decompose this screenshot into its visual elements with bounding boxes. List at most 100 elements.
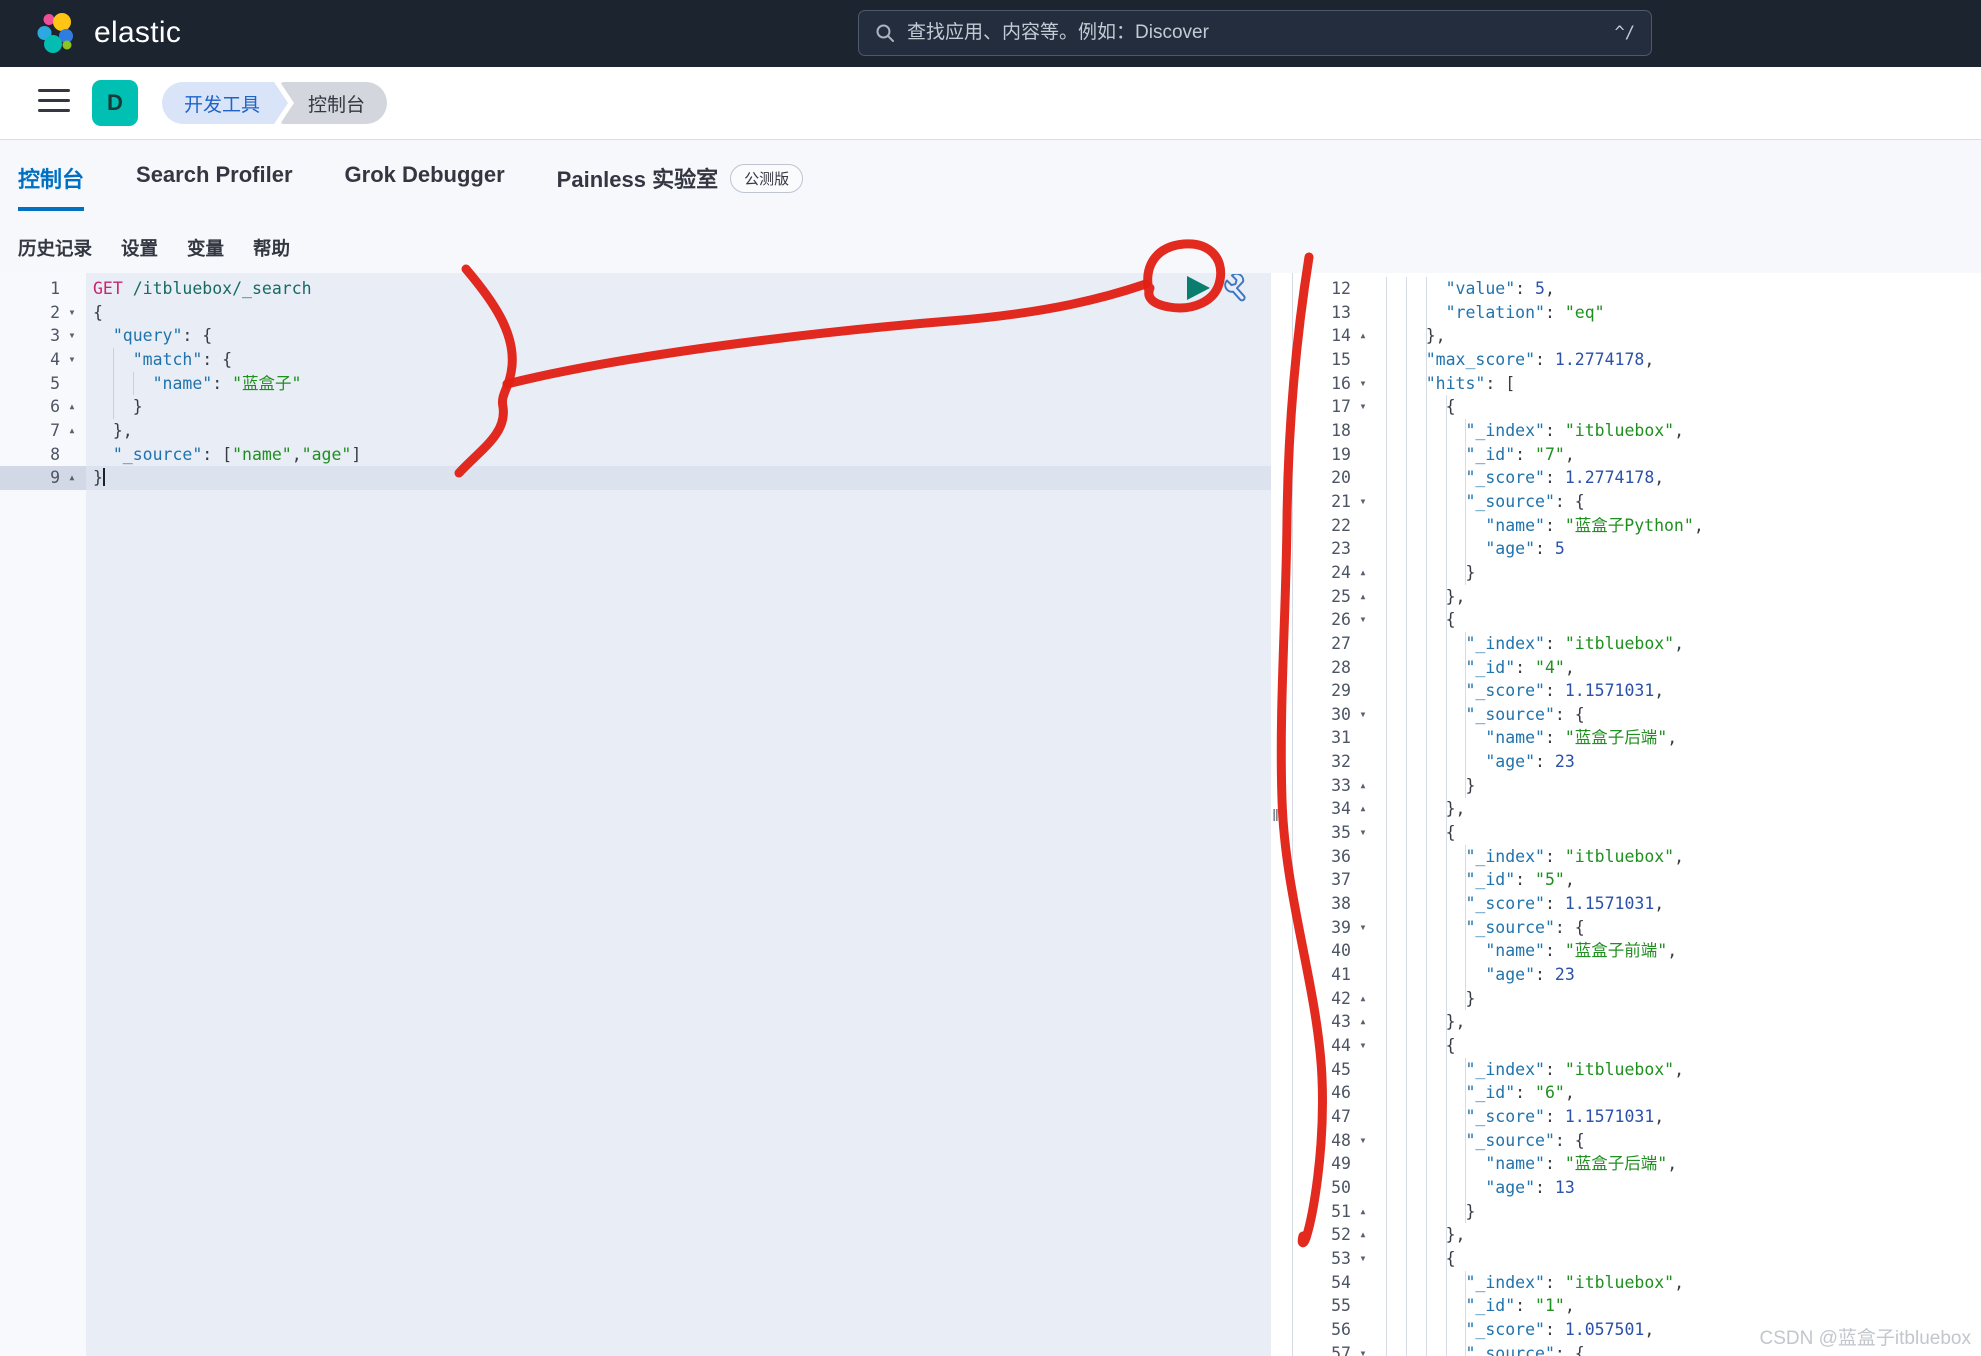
- tab-grok-debugger[interactable]: Grok Debugger: [345, 162, 505, 201]
- fold-toggle-icon[interactable]: ▴: [60, 395, 84, 419]
- tab-painless-lab[interactable]: Painless 实验室 公测版: [557, 162, 804, 207]
- fold-toggle-icon[interactable]: ▾: [1351, 490, 1375, 514]
- code-line: 6 ▴ }: [0, 395, 1271, 419]
- fold-toggle-icon[interactable]: ▴: [1351, 1200, 1375, 1224]
- menu-help[interactable]: 帮助: [253, 235, 290, 261]
- code-line: 17 ▾ {: [1293, 395, 1981, 419]
- line-number: 4: [50, 349, 60, 369]
- breadcrumb: 开发工具 控制台: [162, 82, 388, 124]
- line-number: 5: [50, 373, 60, 393]
- code-line: 49 "name": "蓝盒子后端",: [1293, 1152, 1981, 1176]
- line-number: 22: [1331, 515, 1351, 535]
- code-line: 25 ▴ },: [1293, 585, 1981, 609]
- code-line: 41 "age": 23: [1293, 963, 1981, 987]
- line-number: 44: [1331, 1036, 1351, 1055]
- code-line: 54 "_index": "itbluebox",: [1293, 1271, 1981, 1295]
- fold-toggle-icon[interactable]: ▾: [1351, 1034, 1375, 1058]
- indent-guide: [1465, 631, 1467, 798]
- elastic-logo-icon: [37, 13, 73, 53]
- fold-toggle-icon[interactable]: ▾: [60, 348, 84, 372]
- request-editor[interactable]: 1 GET /itbluebox/_search 2 ▾{3 ▾ "query": {4…: [0, 273, 1271, 1356]
- fold-toggle-icon[interactable]: ▴: [1351, 774, 1375, 798]
- indent-guide: [112, 347, 114, 419]
- code-line: 37 "_id": "5",: [1293, 868, 1981, 892]
- line-number: 28: [1331, 657, 1351, 677]
- fold-toggle-icon[interactable]: ▾: [1351, 1247, 1375, 1271]
- send-request-play-icon[interactable]: [1184, 274, 1212, 302]
- fold-toggle-icon[interactable]: ▾: [1351, 608, 1375, 632]
- line-number: 3: [50, 326, 60, 346]
- line-number: 40: [1331, 941, 1351, 961]
- code-line: 7 ▴ },: [0, 419, 1271, 443]
- code-line: 35 ▾ {: [1293, 821, 1981, 845]
- code-line: 24 ▴ }: [1293, 561, 1981, 585]
- code-line: 39 ▾ "_source": {: [1293, 916, 1981, 940]
- fold-toggle-icon[interactable]: ▾: [1351, 372, 1375, 396]
- response-viewer[interactable]: 12 "value": 5, 13 "relation": "eq" 14 ▴ }, 1…: [1292, 273, 1981, 1356]
- fold-toggle-icon[interactable]: ▾: [1351, 1342, 1375, 1356]
- line-number: 34: [1331, 799, 1351, 819]
- tab-console[interactable]: 控制台: [18, 162, 85, 211]
- request-actions: [1184, 274, 1250, 302]
- fold-toggle-icon[interactable]: ▴: [1351, 1010, 1375, 1034]
- line-number: 54: [1331, 1272, 1351, 1292]
- line-number: 35: [1331, 823, 1351, 843]
- fold-toggle-icon[interactable]: ▾: [1351, 821, 1375, 845]
- line-number: 55: [1331, 1296, 1351, 1316]
- pane-resize-handle[interactable]: ‖: [1272, 806, 1279, 826]
- fold-toggle-icon[interactable]: ▾: [1351, 1129, 1375, 1153]
- fold-toggle-icon[interactable]: ▾: [1351, 916, 1375, 940]
- code-line: 12 "value": 5,: [1293, 277, 1981, 301]
- line-number: 8: [50, 444, 60, 464]
- code-line: 52 ▴ },: [1293, 1223, 1981, 1247]
- code-line: 13 "relation": "eq": [1293, 301, 1981, 325]
- code-line: 46 "_id": "6",: [1293, 1081, 1981, 1105]
- code-line: 51 ▴ }: [1293, 1200, 1981, 1224]
- menu-hamburger-icon[interactable]: [38, 89, 70, 115]
- line-number: 56: [1331, 1319, 1351, 1339]
- line-number: 17: [1331, 397, 1351, 417]
- brand-wordmark: elastic: [94, 16, 182, 49]
- global-search[interactable]: ^/: [858, 10, 1652, 56]
- beta-badge: 公测版: [730, 163, 804, 193]
- line-number: 26: [1331, 610, 1351, 630]
- fold-toggle-icon[interactable]: ▴: [1351, 324, 1375, 348]
- line-number: 39: [1331, 917, 1351, 937]
- code-line: 34 ▴ },: [1293, 797, 1981, 821]
- code-line: 42 ▴ }: [1293, 987, 1981, 1011]
- fold-toggle-icon[interactable]: ▴: [60, 466, 84, 490]
- fold-toggle-icon[interactable]: ▴: [1351, 797, 1375, 821]
- fold-toggle-icon[interactable]: ▴: [1351, 987, 1375, 1011]
- code-line: 32 "age": 23: [1293, 750, 1981, 774]
- tab-search-profiler[interactable]: Search Profiler: [136, 162, 293, 201]
- menu-settings[interactable]: 设置: [121, 235, 158, 261]
- line-number: 41: [1331, 965, 1351, 985]
- code-line: 19 "_id": "7",: [1293, 443, 1981, 467]
- code-line: 3 ▾ "query": {: [0, 324, 1271, 348]
- wrench-icon[interactable]: [1222, 274, 1250, 302]
- fold-toggle-icon[interactable]: ▾: [60, 301, 84, 325]
- line-number: 57: [1331, 1343, 1351, 1356]
- code-line: 26 ▾ {: [1293, 608, 1981, 632]
- menu-history[interactable]: 历史记录: [18, 235, 92, 261]
- space-avatar[interactable]: D: [92, 80, 138, 126]
- fold-toggle-icon[interactable]: ▾: [1351, 703, 1375, 727]
- menu-variables[interactable]: 变量: [187, 235, 224, 261]
- fold-toggle-icon[interactable]: ▴: [1351, 561, 1375, 585]
- line-number: 15: [1331, 349, 1351, 369]
- line-number: 23: [1331, 539, 1351, 559]
- global-search-input[interactable]: [907, 22, 1615, 44]
- breadcrumb-console: 控制台: [280, 82, 388, 124]
- fold-toggle-icon[interactable]: ▾: [1351, 395, 1375, 419]
- line-number: 33: [1331, 775, 1351, 795]
- fold-toggle-icon[interactable]: ▾: [60, 324, 84, 348]
- fold-toggle-icon[interactable]: ▴: [60, 419, 84, 443]
- code-line: 18 "_index": "itbluebox",: [1293, 419, 1981, 443]
- fold-toggle-icon[interactable]: ▴: [1351, 585, 1375, 609]
- code-line: 22 "name": "蓝盒子Python",: [1293, 514, 1981, 538]
- breadcrumb-dev-tools[interactable]: 开发工具: [162, 82, 288, 124]
- code-line: 14 ▴ },: [1293, 324, 1981, 348]
- code-line: 21 ▾ "_source": {: [1293, 490, 1981, 514]
- code-line: 48 ▾ "_source": {: [1293, 1129, 1981, 1153]
- fold-toggle-icon[interactable]: ▴: [1351, 1223, 1375, 1247]
